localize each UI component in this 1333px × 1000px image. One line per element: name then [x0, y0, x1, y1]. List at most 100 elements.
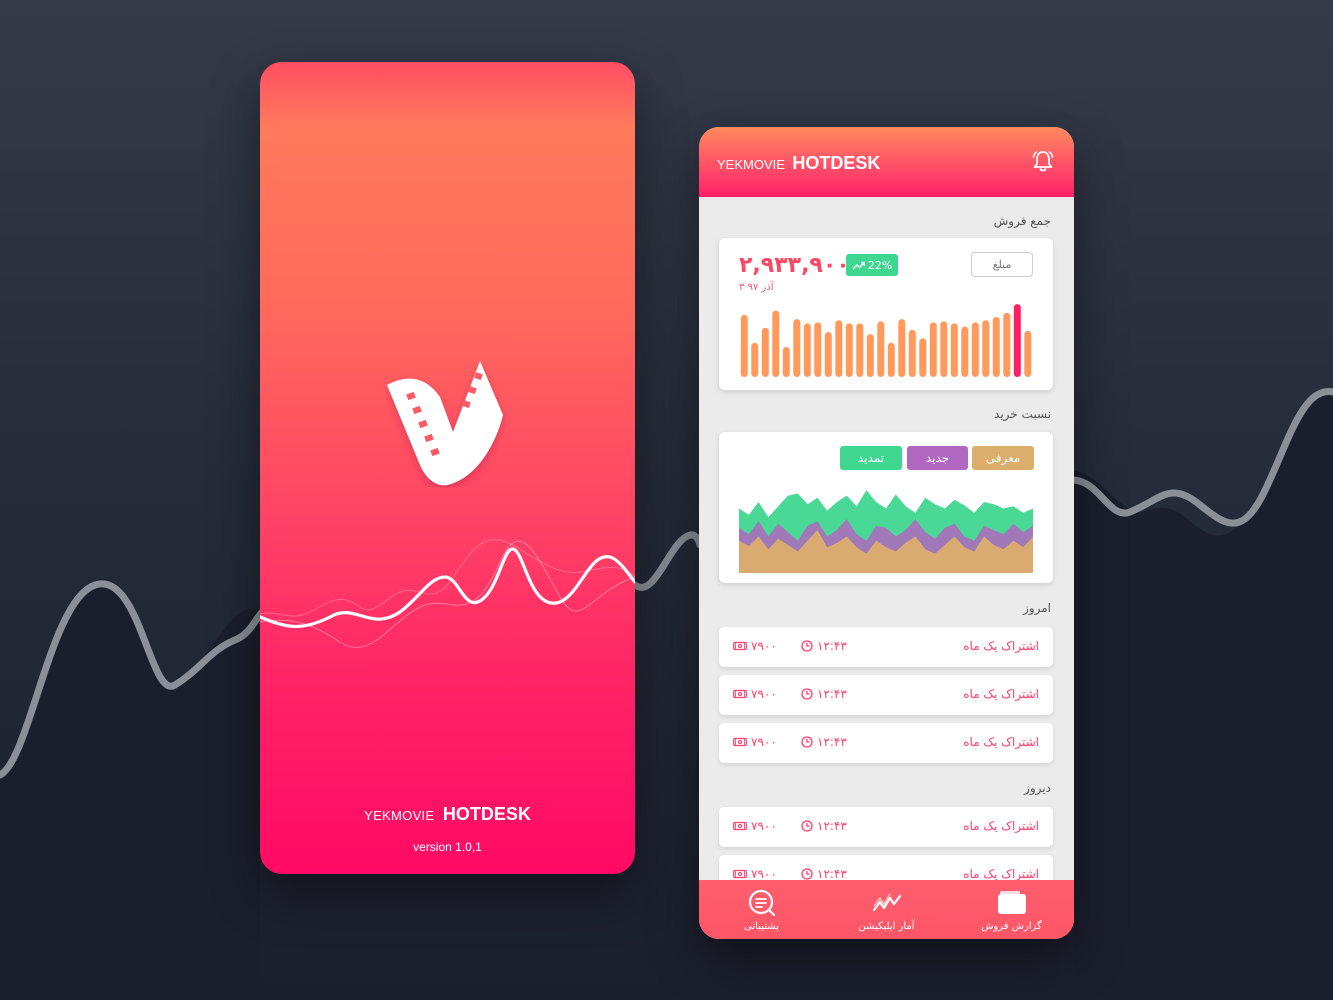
clock-icon [801, 688, 813, 700]
transaction-time-value: ۱۲:۴۳ [817, 639, 847, 653]
splash-screen: YEKMOVIE HOTDESK version 1.0,1 [260, 62, 635, 874]
background-wave [0, 388, 1333, 1000]
sales-bar[interactable] [1024, 330, 1032, 377]
sales-bar[interactable] [929, 322, 937, 377]
transaction-price-value: ۷۹۰۰ [751, 687, 777, 701]
app-version: version 1.0,1 [413, 840, 482, 854]
bell-icon[interactable] [1032, 149, 1054, 173]
transaction-title: اشتراک یک ماه [963, 867, 1039, 880]
transaction-row[interactable]: اشتراک یک ماه ۱۲:۴۳ ۷۹۰۰ [719, 675, 1053, 715]
brand-name: HOTDESK [792, 153, 881, 173]
sales-bar[interactable] [793, 319, 801, 377]
brand-name: HOTDESK [442, 804, 531, 824]
money-icon [733, 737, 747, 747]
ratio-card: معرفی جدید تمدید [719, 432, 1053, 583]
sales-bar[interactable] [803, 323, 811, 377]
legend-new[interactable]: جدید [907, 446, 968, 470]
purchase-ratio-area-chart [739, 490, 1033, 573]
transaction-title: اشتراک یک ماه [963, 735, 1039, 749]
yesterday-section-title: دیروز [1024, 781, 1051, 795]
growth-badge: 22% [846, 254, 898, 276]
sales-bar[interactable] [814, 322, 822, 377]
brand-prefix: YEKMOVIE [717, 157, 785, 172]
sales-bar[interactable] [940, 321, 948, 377]
sales-bar[interactable] [971, 322, 979, 377]
clock-icon [801, 868, 813, 880]
sales-bar[interactable] [950, 323, 958, 377]
trend-up-icon [852, 261, 865, 270]
nav-support-label: پشتیبانی [744, 921, 779, 932]
transaction-time-value: ۱۲:۴۳ [817, 819, 847, 833]
splash-sound-wave [260, 539, 635, 648]
sales-bar[interactable] [992, 317, 1000, 377]
transaction-price: ۷۹۰۰ [733, 735, 777, 749]
transaction-row[interactable]: اشتراک یک ماه ۱۲:۴۳ ۷۹۰۰ [719, 807, 1053, 847]
money-icon [733, 869, 747, 879]
transaction-price: ۷۹۰۰ [733, 867, 777, 880]
sales-bar[interactable] [919, 338, 927, 377]
sales-bar[interactable] [1003, 312, 1011, 377]
sales-bar[interactable] [898, 319, 906, 377]
transaction-price: ۷۹۰۰ [733, 819, 777, 833]
sales-bar[interactable] [751, 342, 759, 377]
sales-bar[interactable] [887, 342, 895, 377]
transaction-time: ۱۲:۴۳ [801, 735, 847, 749]
money-icon [733, 641, 747, 651]
sales-bar-highlighted[interactable] [1013, 304, 1021, 377]
transaction-time-value: ۱۲:۴۳ [817, 735, 847, 749]
ratio-section-title: نسبت خرید [994, 407, 1051, 421]
transaction-time: ۱۲:۴۳ [801, 687, 847, 701]
money-icon [733, 689, 747, 699]
sales-bar[interactable] [772, 310, 780, 377]
sales-bar[interactable] [740, 314, 748, 377]
header-brand: YEKMOVIE HOTDESK [717, 153, 880, 174]
sales-bar[interactable] [761, 327, 769, 377]
support-chat-icon [748, 889, 775, 917]
sales-bar[interactable] [845, 323, 853, 377]
dashboard-screen: YEKMOVIE HOTDESK جمع فروش ۲,۹۳۳,۹۰۰ 22% … [699, 127, 1074, 939]
legend-introduction[interactable]: معرفی [972, 446, 1034, 470]
nav-sales-report-label: گزارش فروش [981, 921, 1042, 932]
clock-icon [801, 736, 813, 748]
sales-card: ۲,۹۳۳,۹۰۰ 22% ۳ آذر ۹۷ مبلغ [719, 238, 1053, 390]
sales-bar[interactable] [824, 332, 832, 377]
transaction-row[interactable]: اشتراک یک ماه ۱۲:۴۳ ۷۹۰۰ [719, 627, 1053, 667]
transaction-price-value: ۷۹۰۰ [751, 735, 777, 749]
dashboard-content[interactable]: جمع فروش ۲,۹۳۳,۹۰۰ 22% ۳ آذر ۹۷ مبلغ نسب… [699, 197, 1074, 880]
transaction-price: ۷۹۰۰ [733, 687, 777, 701]
sales-bar[interactable] [982, 320, 990, 377]
sales-bar[interactable] [908, 329, 916, 377]
transaction-title: اشتراک یک ماه [963, 687, 1039, 701]
sales-bar[interactable] [961, 326, 969, 377]
nav-app-stats[interactable]: آمار اپلیکیشن [824, 880, 949, 939]
sales-section-title: جمع فروش [993, 214, 1051, 228]
nav-app-stats-label: آمار اپلیکیشن [858, 921, 915, 932]
transaction-time: ۱۲:۴۳ [801, 819, 847, 833]
sales-bar[interactable] [856, 323, 864, 377]
film-strip-check-logo [387, 361, 503, 486]
transaction-row[interactable]: اشتراک یک ماه ۱۲:۴۳ ۷۹۰۰ [719, 855, 1053, 880]
nav-support[interactable]: پشتیبانی [699, 880, 824, 939]
transaction-price-value: ۷۹۰۰ [751, 867, 777, 880]
transaction-time: ۱۲:۴۳ [801, 867, 847, 880]
sales-bar[interactable] [782, 347, 790, 377]
trend-chart-icon [872, 893, 901, 912]
sales-bar[interactable] [877, 321, 885, 377]
transaction-row[interactable]: اشتراک یک ماه ۱۲:۴۳ ۷۹۰۰ [719, 723, 1053, 763]
transaction-price-value: ۷۹۰۰ [751, 819, 777, 833]
sales-date: ۳ آذر ۹۷ [739, 282, 774, 293]
nav-sales-report[interactable]: گزارش فروش [949, 880, 1074, 939]
growth-value: 22% [867, 258, 893, 272]
legend-renewal[interactable]: تمدید [840, 446, 902, 470]
sales-bar[interactable] [866, 334, 874, 377]
wallet-icon [997, 891, 1026, 914]
transaction-title: اشتراک یک ماه [963, 639, 1039, 653]
splash-brand: YEKMOVIE HOTDESK [260, 804, 635, 825]
sales-bar[interactable] [835, 320, 843, 377]
transaction-time: ۱۲:۴۳ [801, 639, 847, 653]
sales-bar-chart [740, 304, 1032, 377]
clock-icon [801, 640, 813, 652]
transaction-price-value: ۷۹۰۰ [751, 639, 777, 653]
clock-icon [801, 820, 813, 832]
metric-select-button[interactable]: مبلغ [971, 252, 1033, 277]
